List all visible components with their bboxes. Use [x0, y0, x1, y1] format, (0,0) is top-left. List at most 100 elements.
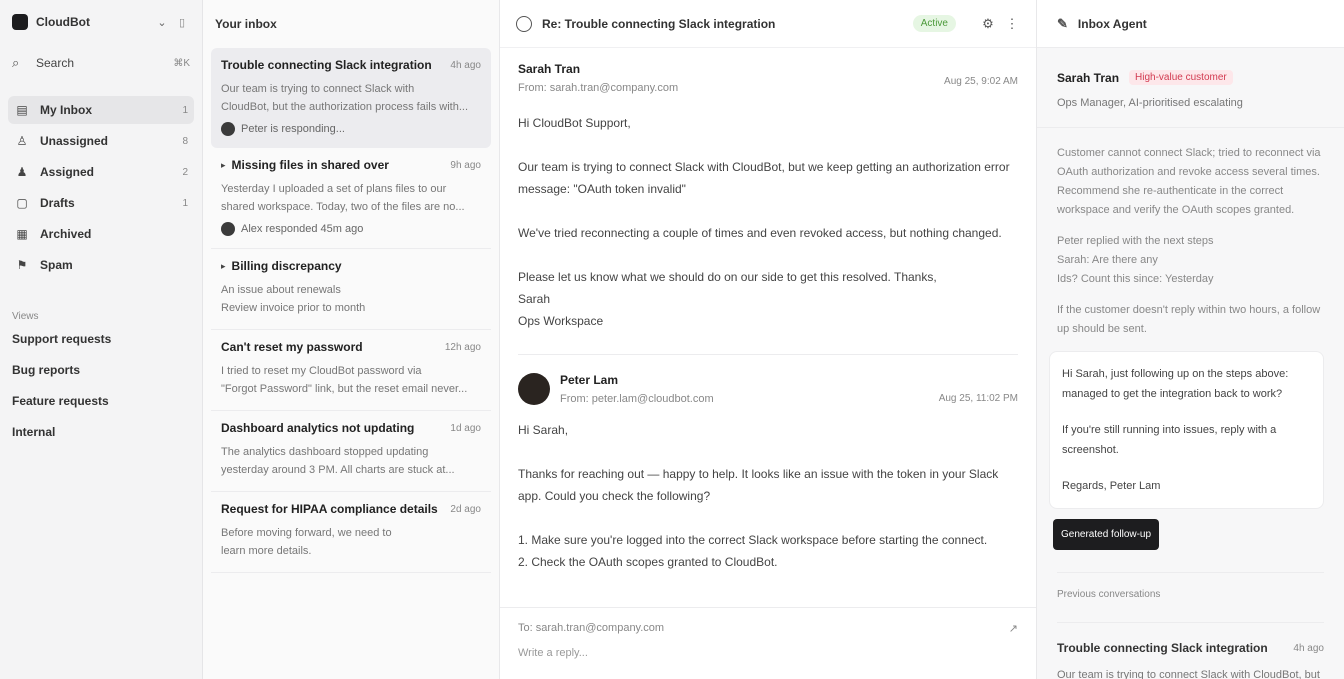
message-paragraph: Hi CloudBot Support,: [518, 116, 631, 130]
reply-input[interactable]: Write a reply...: [518, 647, 1018, 659]
thread-view: Re: Trouble connecting Slack integration…: [500, 0, 1037, 679]
thread-title: Re: Trouble connecting Slack integration: [542, 16, 776, 31]
conversation-preview: CloudBot, but the authorization process …: [221, 101, 469, 113]
message-paragraph: We've tried reconnecting a couple of tim…: [518, 226, 1002, 240]
sidebar-item-unassigned[interactable]: ♙ Unassigned 8: [8, 127, 194, 155]
agent-title: Inbox Agent: [1077, 16, 1147, 31]
conversation-preview: Our team is trying to connect Slack with: [221, 83, 415, 95]
sidebar-item-count: 2: [182, 166, 188, 178]
message-sender: Sarah Tran: [518, 62, 581, 76]
person-icon: ♙: [16, 134, 28, 148]
message-body: Hi Sarah, Thanks for reaching out — happ…: [518, 419, 1018, 573]
sidebar-item-my-inbox[interactable]: ▤ My Inbox 1: [8, 96, 194, 124]
message-date: Aug 25, 9:02 AM: [944, 76, 1018, 87]
view-bug-reports[interactable]: Bug reports: [8, 356, 194, 384]
conversation-item[interactable]: Request for HIPAA compliance details 2d …: [211, 492, 491, 573]
conversation-item[interactable]: ▸ Missing files in shared over 9h ago Ye…: [211, 148, 491, 249]
workspace-name: CloudBot: [36, 15, 90, 29]
message: Peter Lam From: peter.lam@cloudbot.com A…: [500, 355, 1036, 573]
avatar: [518, 373, 550, 405]
sidebar-item-assigned[interactable]: ♟ Assigned 2: [8, 158, 194, 186]
agent-icon: ✎: [1057, 15, 1068, 31]
draft-paragraph: If you're still running into issues, rep…: [1062, 424, 1277, 456]
inbox-list: Your inbox Trouble connecting Slack inte…: [203, 0, 500, 679]
view-support-requests[interactable]: Support requests: [8, 325, 194, 353]
conversation-preview: Yesterday I uploaded a set of plans file…: [221, 183, 447, 195]
composer-recipient[interactable]: To: sarah.tran@company.com: [518, 622, 664, 635]
conversation-time: 1d ago: [450, 422, 481, 434]
conversation-item[interactable]: ▸ Billing discrepancy An issue about ren…: [211, 249, 491, 330]
message-from: From: peter.lam@cloudbot.com: [560, 393, 714, 405]
conversation-item[interactable]: Trouble connecting Slack integration 4h …: [211, 48, 491, 148]
reply-composer[interactable]: To: sarah.tran@company.com ↗ Write a rep…: [500, 607, 1036, 679]
message-paragraph: Thanks for reaching out — happy to help.…: [518, 467, 999, 503]
avatar: [221, 222, 235, 236]
conversation-preview: Review invoice prior to month: [221, 302, 366, 314]
conversation-preview: An issue about renewals: [221, 284, 341, 296]
sidebar-item-label: Drafts: [40, 196, 75, 210]
conversation-status: Peter is responding...: [241, 123, 345, 135]
agent-followup-note: If the customer doesn't reply within two…: [1057, 304, 1321, 335]
conversation-title: Missing files in shared over: [231, 158, 389, 172]
conversation-item[interactable]: Dashboard analytics not updating 1d ago …: [211, 411, 491, 492]
search-button[interactable]: ⌕ Search ⌘K: [8, 50, 194, 76]
previous-conversation-time: 4h ago: [1293, 643, 1324, 654]
sidebar-item-label: My Inbox: [40, 103, 93, 117]
conversation-icon: [516, 15, 532, 32]
conversation-time: 4h ago: [450, 59, 481, 71]
message-paragraph: Please let us know what we should do on …: [518, 270, 937, 328]
conversation-preview: The analytics dashboard stopped updating: [221, 446, 429, 458]
view-feature-requests[interactable]: Feature requests: [8, 387, 194, 415]
agent-note: Sarah: Are there any: [1057, 254, 1158, 266]
previous-conversation-title: Trouble connecting Slack integration: [1057, 641, 1268, 655]
search-shortcut: ⌘K: [173, 57, 190, 69]
sidebar-item-count: 1: [182, 104, 188, 116]
conversation-title: Request for HIPAA compliance details: [221, 502, 438, 516]
status-badge[interactable]: Active: [912, 15, 956, 32]
sidebar-item-drafts[interactable]: ▢ Drafts 1: [8, 189, 194, 217]
sidebar-item-label: Spam: [40, 258, 73, 272]
message-date: Aug 25, 11:02 PM: [938, 393, 1018, 404]
sidebar-item-spam[interactable]: ⚑ Spam: [8, 251, 194, 279]
spam-icon: ⚑: [16, 258, 28, 272]
conversation-preview: yesterday around 3 PM. All charts are st…: [221, 464, 455, 476]
conversation-title: Billing discrepancy: [231, 259, 342, 273]
search-label: Search: [36, 56, 75, 70]
conversation-preview: Before moving forward, we need to: [221, 527, 392, 539]
more-options-icon[interactable]: ⋮: [1004, 16, 1020, 32]
caret-right-icon: ▸: [221, 260, 226, 271]
customer-badge: High-value customer: [1129, 70, 1233, 85]
message-from: From: sarah.tran@company.com: [518, 82, 679, 94]
sidebar: CloudBot ⌄ ▯ ⌕ Search ⌘K ▤ My Inbox 1 ♙ …: [0, 0, 203, 679]
workspace-switcher[interactable]: CloudBot ⌄ ▯: [8, 10, 194, 34]
sidebar-item-label: Archived: [40, 227, 92, 241]
draft-followup[interactable]: Hi Sarah, just following up on the steps…: [1049, 351, 1324, 509]
conversation-status: Alex responded 45m ago: [241, 223, 364, 235]
draft-paragraph: Regards, Peter Lam: [1062, 480, 1161, 492]
settings-icon[interactable]: ⚙: [980, 16, 996, 32]
expand-icon[interactable]: ↗: [1009, 622, 1018, 635]
conversation-item[interactable]: Can't reset my password 12h ago I tried …: [211, 330, 491, 411]
conversation-preview: shared workspace. Today, two of the file…: [221, 201, 465, 213]
conversation-title: Can't reset my password: [221, 340, 363, 354]
sidebar-item-label: Unassigned: [40, 134, 109, 148]
customer-card: Sarah Tran High-value customer Ops Manag…: [1037, 48, 1344, 128]
sidebar-collapse-icon[interactable]: ▯: [174, 14, 190, 30]
previous-conversation[interactable]: Trouble connecting Slack integration 4h …: [1057, 622, 1324, 679]
generated-followup-button[interactable]: Generated follow-up: [1053, 519, 1160, 550]
sidebar-item-count: 8: [182, 135, 188, 147]
sidebar-item-archived[interactable]: ▦ Archived: [8, 220, 194, 248]
previous-conversation-preview: Our team is trying to connect Slack with…: [1057, 669, 1320, 679]
message-body: Hi CloudBot Support, Our team is trying …: [518, 112, 1018, 332]
avatar: [221, 122, 235, 136]
sidebar-nav: ▤ My Inbox 1 ♙ Unassigned 8 ♟ Assigned 2…: [8, 96, 194, 279]
message-paragraph: Hi Sarah,: [518, 423, 569, 437]
thread-header: Re: Trouble connecting Slack integration…: [500, 0, 1036, 48]
draft-icon: ▢: [16, 196, 28, 210]
view-internal[interactable]: Internal: [8, 418, 194, 446]
conversation-preview: learn more details.: [221, 545, 312, 557]
caret-right-icon: ▸: [221, 159, 226, 170]
agent-summary: Customer cannot connect Slack; tried to …: [1057, 147, 1321, 216]
inbox-icon: ▤: [16, 103, 28, 117]
conversation-title: Dashboard analytics not updating: [221, 421, 415, 435]
